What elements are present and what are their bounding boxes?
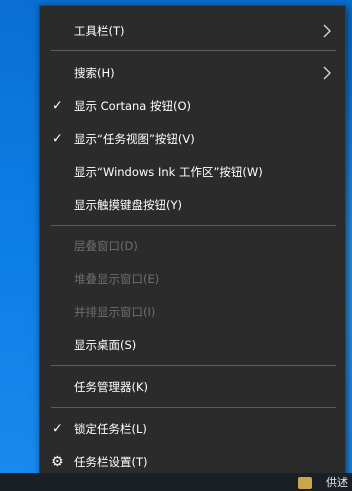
checkmark-icon: ✓ <box>52 421 63 436</box>
menu-separator <box>51 365 336 366</box>
menu-item-label: 堆叠显示窗口(E) <box>74 271 160 286</box>
taskbar[interactable]: 供述 <box>0 473 352 491</box>
menu-item-label: 锁定任务栏(L) <box>74 421 147 436</box>
chevron-right-icon <box>323 24 331 37</box>
menu-item-toolbars[interactable]: 工具栏(T) <box>40 14 345 47</box>
checkmark-icon: ✓ <box>52 98 63 113</box>
menu-item-show-cortana[interactable]: ✓ 显示 Cortana 按钮(O) <box>40 89 345 122</box>
menu-item-show-desktop[interactable]: 显示桌面(S) <box>40 328 345 361</box>
menu-item-label: 任务管理器(K) <box>74 379 149 394</box>
checkmark-icon: ✓ <box>52 131 63 146</box>
menu-item-task-manager[interactable]: 任务管理器(K) <box>40 370 345 403</box>
menu-item-stack-windows: 堆叠显示窗口(E) <box>40 262 345 295</box>
chevron-right-icon <box>323 66 331 79</box>
menu-item-label: 搜索(H) <box>74 65 115 80</box>
menu-item-label: 层叠窗口(D) <box>74 238 138 253</box>
menu-item-label: 显示桌面(S) <box>74 337 137 352</box>
menu-item-label: 显示 Cortana 按钮(O) <box>74 98 192 113</box>
menu-item-label: 工具栏(T) <box>74 23 125 38</box>
menu-item-label: 显示“任务视图”按钮(V) <box>74 131 195 146</box>
menu-item-cascade-windows: 层叠窗口(D) <box>40 229 345 262</box>
menu-item-side-by-side: 并排显示窗口(I) <box>40 295 345 328</box>
menu-item-show-task-view[interactable]: ✓ 显示“任务视图”按钮(V) <box>40 122 345 155</box>
menu-item-label: 并排显示窗口(I) <box>74 304 156 319</box>
menu-item-label: 显示触摸键盘按钮(Y) <box>74 197 182 212</box>
menu-separator <box>51 407 336 408</box>
menu-separator <box>51 225 336 226</box>
taskbar-context-menu: 工具栏(T) 搜索(H) ✓ 显示 Cortana 按钮(O) ✓ 显示“任务视… <box>39 5 346 479</box>
menu-item-show-touch-keyboard[interactable]: 显示触摸键盘按钮(Y) <box>40 188 345 221</box>
menu-separator <box>51 50 336 51</box>
gear-icon: ⚙ <box>51 453 64 470</box>
menu-item-label: 显示“Windows Ink 工作区”按钮(W) <box>74 164 263 179</box>
tray-app-icon[interactable] <box>298 477 312 489</box>
menu-item-search[interactable]: 搜索(H) <box>40 56 345 89</box>
menu-item-label: 任务栏设置(T) <box>74 454 148 469</box>
tray-text[interactable]: 供述 <box>326 474 348 490</box>
menu-item-show-ink-workspace[interactable]: 显示“Windows Ink 工作区”按钮(W) <box>40 155 345 188</box>
menu-item-lock-taskbar[interactable]: ✓ 锁定任务栏(L) <box>40 412 345 445</box>
